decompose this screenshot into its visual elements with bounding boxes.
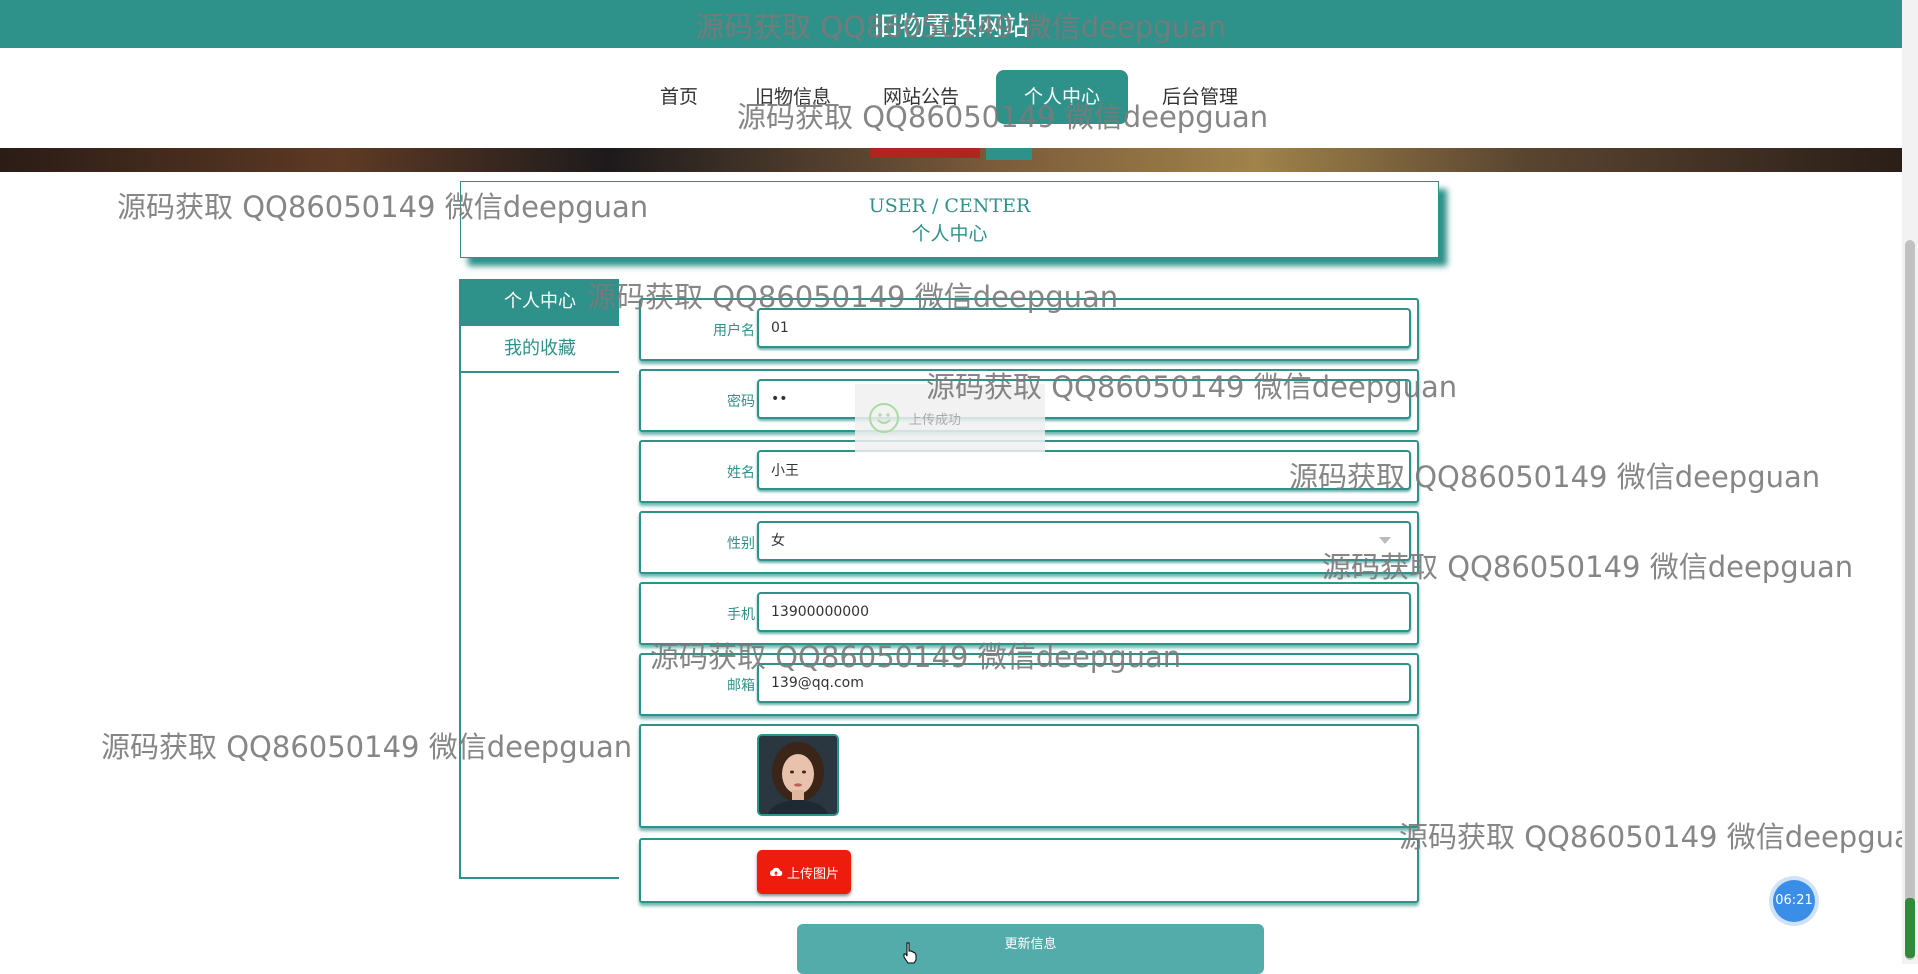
username-input[interactable] bbox=[757, 308, 1411, 348]
avatar bbox=[757, 734, 839, 816]
sidebar-item-user-center[interactable]: 个人中心 bbox=[461, 279, 619, 326]
site-title: 旧物置换网站 bbox=[872, 12, 1029, 42]
avatar-image bbox=[759, 736, 837, 814]
main-navigation: 首页 旧物信息 网站公告 个人中心 后台管理 bbox=[0, 48, 1902, 148]
gender-label: 性别 bbox=[727, 535, 755, 552]
page-scrollbar[interactable] bbox=[1902, 0, 1918, 964]
heading-chinese: 个人中心 bbox=[911, 223, 988, 245]
form-row-phone: 手机 bbox=[639, 582, 1419, 645]
password-label: 密码 bbox=[727, 393, 755, 410]
form-row-username: 用户名 bbox=[639, 298, 1419, 361]
email-label: 邮箱 bbox=[727, 677, 755, 694]
toast-notification: 上传成功 bbox=[855, 384, 1045, 452]
name-label: 姓名 bbox=[727, 464, 755, 481]
name-input[interactable] bbox=[757, 450, 1411, 490]
hand-cursor-icon bbox=[903, 942, 917, 964]
scrollbar-thumb[interactable] bbox=[1905, 240, 1915, 960]
phone-input[interactable] bbox=[757, 592, 1411, 632]
nav-items-info[interactable]: 旧物信息 bbox=[748, 70, 838, 124]
phone-label: 手机 bbox=[727, 606, 755, 623]
user-center-heading: USER / CENTER 个人中心 bbox=[460, 181, 1439, 258]
smiley-icon bbox=[869, 403, 899, 433]
nav-announcements[interactable]: 网站公告 bbox=[876, 70, 966, 124]
cloud-upload-icon bbox=[769, 867, 783, 876]
email-input[interactable] bbox=[757, 663, 1411, 703]
upload-button-label: 上传图片 bbox=[786, 866, 839, 882]
form-row-gender: 性别 女 bbox=[639, 511, 1419, 574]
form-row-email: 邮箱 bbox=[639, 653, 1419, 716]
scroll-indicator bbox=[1905, 898, 1915, 958]
update-info-button[interactable]: 更新信息 bbox=[797, 924, 1264, 974]
heading-english: USER / CENTER bbox=[868, 195, 1031, 217]
gender-selected-value: 女 bbox=[771, 533, 785, 549]
sidebar-menu: 个人中心 我的收藏 bbox=[459, 279, 619, 879]
nav-home[interactable]: 首页 bbox=[648, 70, 710, 124]
nav-admin[interactable]: 后台管理 bbox=[1152, 70, 1248, 124]
sidebar-item-favorites[interactable]: 我的收藏 bbox=[461, 326, 619, 373]
chevron-down-icon bbox=[1379, 537, 1391, 544]
banner-decoration bbox=[986, 148, 1032, 160]
toast-message: 上传成功 bbox=[909, 412, 962, 428]
gender-select[interactable]: 女 bbox=[757, 521, 1411, 561]
banner-decoration bbox=[870, 148, 980, 158]
nav-user-center[interactable]: 个人中心 bbox=[996, 70, 1128, 124]
form-row-upload: 上传图片 bbox=[639, 838, 1419, 903]
timer-badge[interactable]: 06:21 bbox=[1773, 880, 1815, 922]
top-header-bar: 旧物置换网站 bbox=[0, 0, 1902, 48]
upload-image-button[interactable]: 上传图片 bbox=[757, 850, 851, 894]
banner-image bbox=[0, 148, 1902, 172]
form-row-avatar bbox=[639, 724, 1419, 828]
watermark: 源码获取 QQ86050149 微信deepguan bbox=[1399, 820, 1918, 854]
username-label: 用户名 bbox=[713, 322, 755, 339]
